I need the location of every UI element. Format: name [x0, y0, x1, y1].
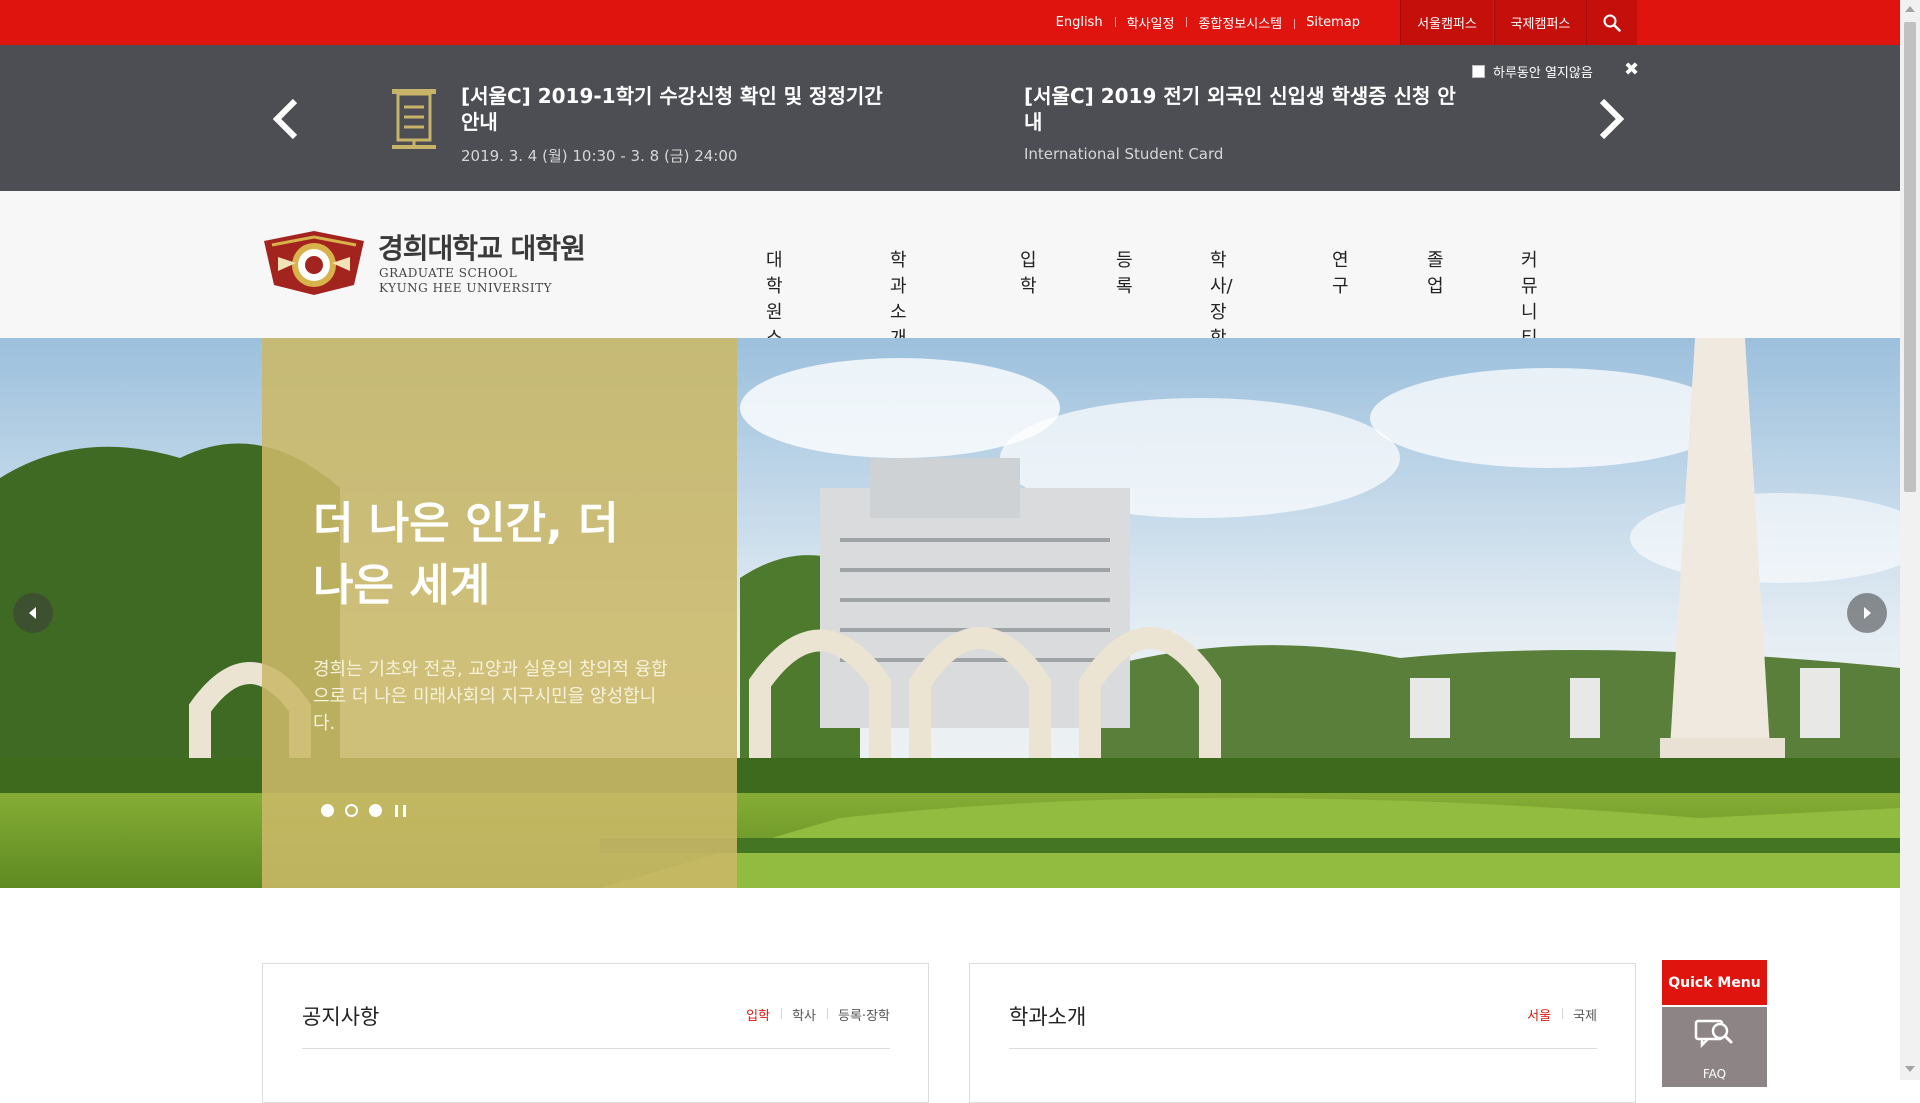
slide-dot[interactable]	[321, 804, 334, 817]
notice-next-arrow-icon[interactable]	[1590, 95, 1630, 143]
logo-title[interactable]: 경희대학교 대학원	[378, 227, 586, 267]
top-links: English 학사일정 종합정보시스템 Sitemap	[1044, 0, 1372, 45]
nav-item-research[interactable]: 연구	[1332, 246, 1349, 298]
tab-admission[interactable]: 입학	[735, 1005, 781, 1024]
close-icon[interactable]: ✖	[1624, 59, 1639, 80]
info-system-link[interactable]: 종합정보시스템	[1186, 13, 1294, 32]
logo-subtitle: GRADUATE SCHOOL	[379, 266, 518, 280]
page-scrollbar[interactable]	[1900, 0, 1920, 1080]
notice-subtitle: International Student Card	[1024, 145, 1224, 163]
hero-title: 더 나은 인간, 더 나은 세계	[313, 498, 619, 611]
chevron-left-icon	[29, 607, 36, 619]
divider	[302, 1048, 890, 1049]
scroll-up-icon[interactable]	[1905, 6, 1915, 12]
site-header: 경희대학교 대학원 GRADUATE SCHOOL KYUNG HEE UNIV…	[0, 191, 1900, 375]
nav-item-admission[interactable]: 입학	[1020, 246, 1037, 298]
notice-item[interactable]: [서울C] 2019-1학기 수강신청 확인 및 정정기간 안내 2019. 3…	[461, 83, 901, 166]
search-icon	[1603, 14, 1621, 32]
notice-banner: [서울C] 2019-1학기 수강신청 확인 및 정정기간 안내 2019. 3…	[0, 45, 1900, 191]
tab-global[interactable]: 국제	[1562, 1005, 1597, 1024]
pause-icon[interactable]	[395, 804, 406, 817]
tab-seoul[interactable]: 서울	[1516, 1005, 1562, 1024]
scroll-down-icon[interactable]	[1905, 1066, 1915, 1072]
global-campus-tab[interactable]: 국제캠퍼스	[1494, 0, 1586, 45]
hide-today-checkbox[interactable]	[1472, 65, 1485, 78]
notice-hide-today: 하루동안 열지않음 ✖	[1472, 59, 1639, 81]
nav-item-registration[interactable]: 등록	[1116, 246, 1133, 298]
logo-subtitle: KYUNG HEE UNIVERSITY	[379, 281, 553, 295]
card-title: 학과소개	[1009, 1005, 1087, 1029]
quick-menu-faq[interactable]: FAQ	[1662, 1007, 1767, 1087]
notice-board-card: 공지사항 입학 학사 등록·장학	[262, 963, 929, 1103]
slide-next-button[interactable]	[1847, 593, 1887, 633]
tab-academic[interactable]: 학사	[781, 1005, 827, 1024]
top-utility-bar: English 학사일정 종합정보시스템 Sitemap 서울캠퍼스 국제캠퍼스	[0, 0, 1900, 45]
notice-title: [서울C] 2019 전기 외국인 신입생 학생증 신청 안내	[1024, 84, 1456, 134]
hero-description: 경희는 기초와 전공, 교양과 실용의 창의적 융합으로 더 나은 미래사회의 …	[313, 659, 668, 734]
notice-title: [서울C] 2019-1학기 수강신청 확인 및 정정기간 안내	[461, 84, 883, 134]
nav-item-community[interactable]: 커뮤니티	[1521, 246, 1538, 350]
top-search-button[interactable]	[1586, 0, 1637, 45]
nav-item-academics[interactable]: 학사/장학	[1210, 246, 1233, 350]
chevron-right-icon	[1864, 607, 1871, 619]
scrollbar-thumb[interactable]	[1904, 22, 1916, 492]
english-link[interactable]: English	[1044, 15, 1115, 30]
seoul-campus-tab[interactable]: 서울캠퍼스	[1400, 0, 1493, 45]
card-tabs: 입학 학사 등록·장학	[735, 1005, 890, 1024]
nav-item-departments[interactable]: 학과소개	[890, 246, 907, 350]
notice-prev-arrow-icon[interactable]	[267, 95, 307, 143]
card-title: 공지사항	[302, 1005, 380, 1029]
slide-prev-button[interactable]	[13, 593, 53, 633]
academic-calendar-link[interactable]: 학사일정	[1114, 13, 1187, 32]
hide-today-label[interactable]: 하루동안 열지않음	[1493, 62, 1593, 81]
slide-dot[interactable]	[369, 804, 382, 817]
slide-dot[interactable]	[345, 804, 358, 817]
faq-label: FAQ	[1702, 1067, 1727, 1081]
nav-item-graduation[interactable]: 졸업	[1427, 246, 1444, 298]
university-emblem-icon[interactable]	[262, 227, 366, 299]
divider	[1009, 1048, 1597, 1049]
faq-icon	[1694, 1019, 1733, 1049]
notice-subtitle: 2019. 3. 4 (월) 10:30 - 3. 8 (금) 24:00	[461, 147, 738, 165]
quick-menu: Quick Menu FAQ	[1662, 960, 1767, 1087]
notice-item[interactable]: [서울C] 2019 전기 외국인 신입생 학생증 신청 안내 Internat…	[1024, 83, 1464, 163]
quick-menu-title: Quick Menu	[1662, 960, 1767, 1005]
tab-registration-scholarship[interactable]: 등록·장학	[827, 1005, 890, 1024]
hero-slider: 더 나은 인간, 더 나은 세계 경희는 기초와 전공, 교양과 실용의 창의적…	[0, 338, 1900, 888]
sitemap-link[interactable]: Sitemap	[1294, 15, 1372, 30]
notice-board-icon	[392, 89, 436, 149]
slide-indicators	[321, 804, 406, 817]
card-tabs: 서울 국제	[1516, 1005, 1597, 1024]
department-card: 학과소개 서울 국제	[969, 963, 1636, 1103]
